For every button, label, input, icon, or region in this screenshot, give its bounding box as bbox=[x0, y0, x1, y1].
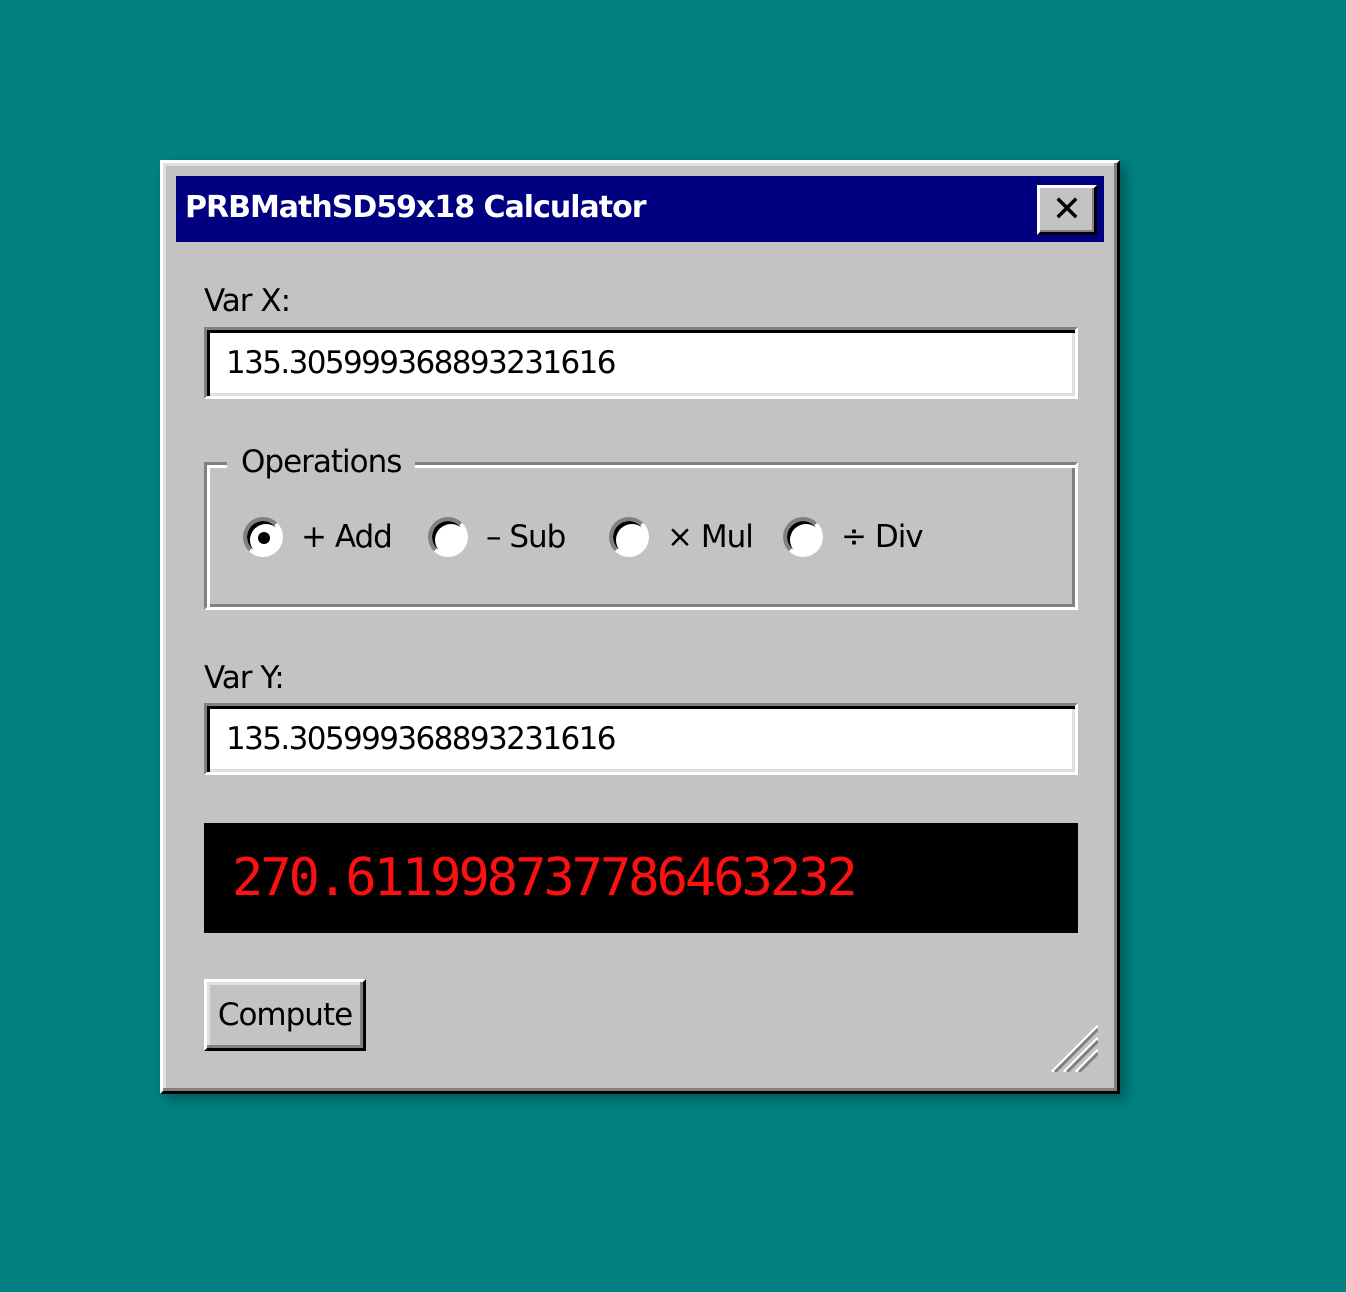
radio-sub-label: – Sub bbox=[486, 519, 566, 555]
var-y-label: Var Y: bbox=[204, 660, 285, 696]
window-title: PRBMathSD59x18 Calculator bbox=[185, 190, 647, 225]
radio-button-icon[interactable] bbox=[783, 517, 823, 557]
title-bar[interactable]: PRBMathSD59x18 Calculator ✕ bbox=[176, 176, 1104, 242]
close-icon: ✕ bbox=[1051, 189, 1083, 230]
radio-add[interactable]: + Add bbox=[243, 515, 393, 559]
operations-group: Operations + Add – Sub × Mul ÷ Div bbox=[204, 442, 1078, 610]
operations-legend: Operations bbox=[227, 442, 416, 482]
radio-sub[interactable]: – Sub bbox=[428, 515, 566, 559]
resize-grip-icon[interactable] bbox=[1046, 1020, 1098, 1072]
var-y-input[interactable] bbox=[204, 703, 1078, 775]
compute-button[interactable]: Compute bbox=[204, 979, 366, 1051]
radio-selected-dot-icon bbox=[258, 532, 270, 544]
radio-button-icon[interactable] bbox=[243, 517, 283, 557]
radio-mul[interactable]: × Mul bbox=[609, 515, 754, 559]
radio-mul-label: × Mul bbox=[667, 519, 754, 555]
calculator-window: PRBMathSD59x18 Calculator ✕ Var X: Opera… bbox=[160, 160, 1120, 1094]
result-display: 270.611998737786463232 bbox=[204, 823, 1078, 933]
radio-add-label: + Add bbox=[301, 519, 393, 555]
radio-div-label: ÷ Div bbox=[841, 519, 924, 555]
radio-button-icon[interactable] bbox=[609, 517, 649, 557]
var-x-input[interactable] bbox=[204, 327, 1078, 399]
result-value: 270.611998737786463232 bbox=[232, 848, 858, 908]
close-button[interactable]: ✕ bbox=[1037, 185, 1097, 235]
var-x-label: Var X: bbox=[204, 283, 291, 319]
radio-div[interactable]: ÷ Div bbox=[783, 515, 924, 559]
radio-button-icon[interactable] bbox=[428, 517, 468, 557]
